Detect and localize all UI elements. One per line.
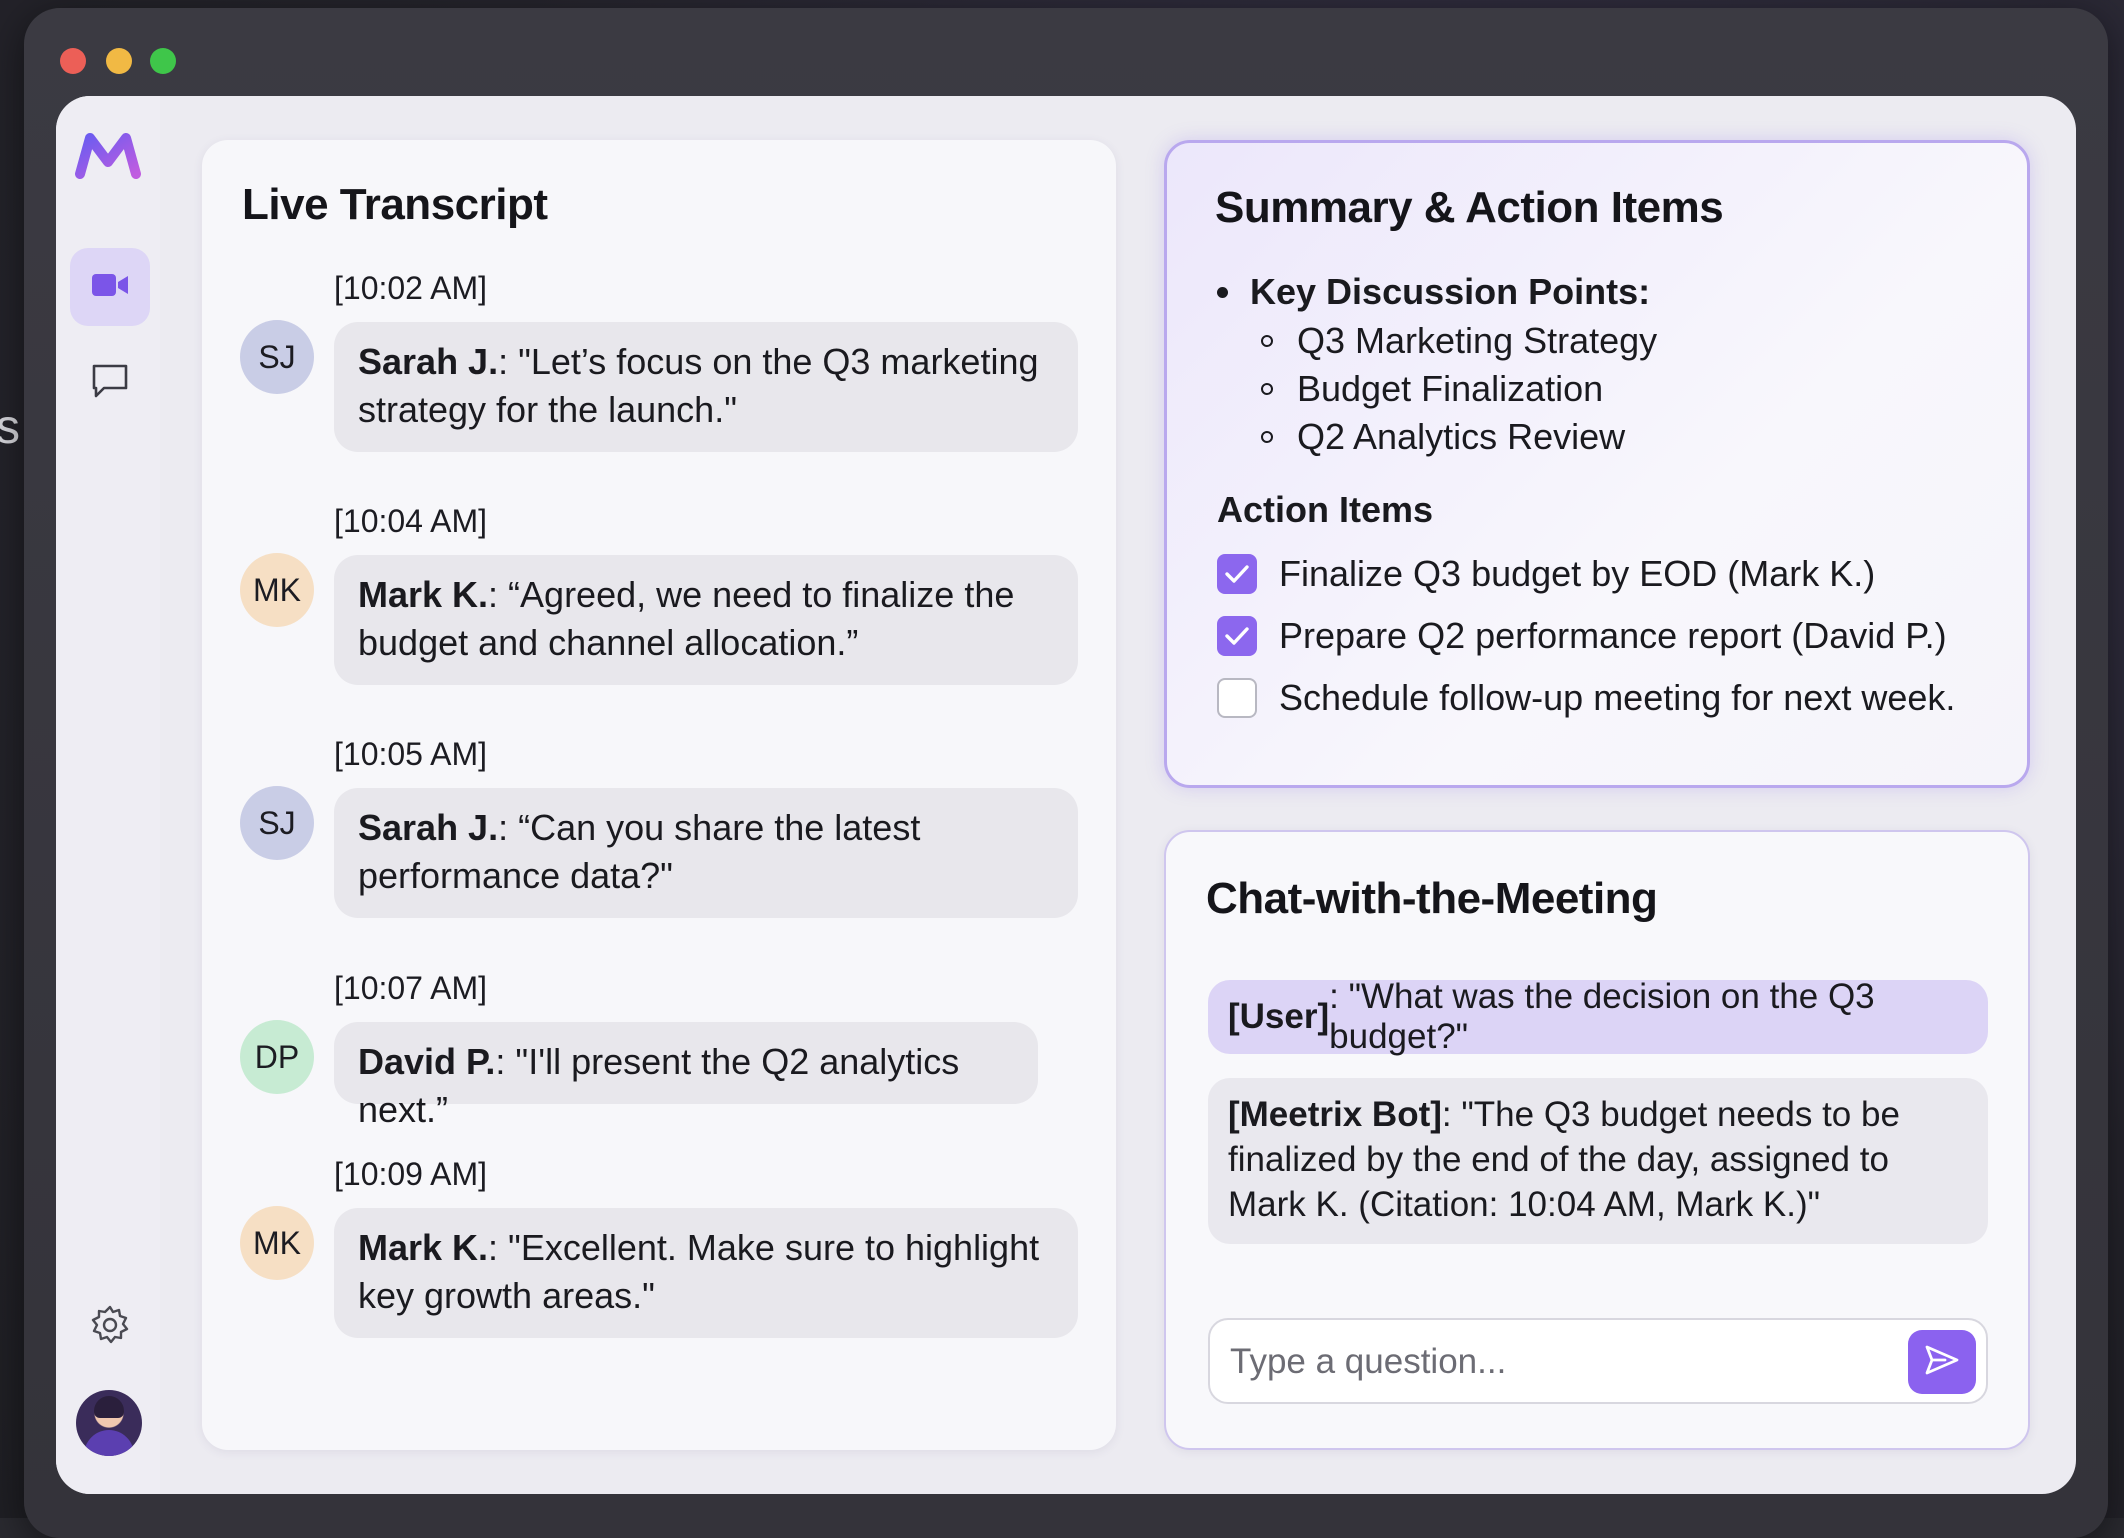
sidebar-item-video[interactable] <box>70 248 150 326</box>
speaker-avatar: SJ <box>240 786 314 860</box>
action-item[interactable]: Finalize Q3 budget by EOD (Mark K.) <box>1217 553 1875 595</box>
speaker-name: Sarah J. <box>358 341 499 382</box>
discussion-point: Q2 Analytics Review <box>1261 413 1657 461</box>
sidebar <box>56 96 160 1494</box>
send-icon <box>1923 1343 1961 1382</box>
message-timestamp: [10:09 AM] <box>334 1156 487 1192</box>
discussion-heading-label: Key Discussion Points: <box>1250 271 1651 312</box>
live-transcript-panel: Live Transcript [10:02 AM] SJ Sarah J.: … <box>202 140 1116 1450</box>
transcript-title: Live Transcript <box>242 180 548 229</box>
chat-speaker: [User] <box>1228 997 1330 1036</box>
video-icon <box>90 270 130 305</box>
action-items-heading: Action Items <box>1217 489 1434 530</box>
action-item-label: Schedule follow-up meeting for next week… <box>1279 677 1956 718</box>
maximize-window-button[interactable] <box>150 48 176 74</box>
meetrix-logo[interactable] <box>74 130 142 182</box>
summary-panel: Summary & Action Items Key Discussion Po… <box>1164 140 2030 788</box>
message-bubble: Sarah J.: “Can you share the latest perf… <box>334 788 1078 918</box>
discussion-heading: Key Discussion Points: <box>1217 267 1657 317</box>
user-chat-message: [User]: "What was the decision on the Q3… <box>1208 977 1988 1056</box>
discussion-point-label: Q2 Analytics Review <box>1297 416 1626 457</box>
close-window-button[interactable] <box>60 48 86 74</box>
bot-chat-message: [Meetrix Bot]: "The Q3 budget needs to b… <box>1208 1078 1988 1244</box>
minimize-window-button[interactable] <box>106 48 132 74</box>
checkmark-icon <box>1225 627 1249 645</box>
action-item[interactable]: Prepare Q2 performance report (David P.) <box>1217 615 1947 657</box>
message-bubble: Mark K.: “Agreed, we need to finalize th… <box>334 555 1078 685</box>
action-item-checkbox[interactable] <box>1217 616 1257 656</box>
speaker-name: Mark K. <box>358 1227 489 1268</box>
action-item-checkbox[interactable] <box>1217 678 1257 718</box>
chat-input-box <box>1208 1318 1988 1404</box>
chat-panel: Chat-with-the-Meeting [User]: "What was … <box>1164 830 2030 1450</box>
speaker-avatar: MK <box>240 553 314 627</box>
speaker-name: David P. <box>358 1041 496 1082</box>
question-input[interactable] <box>1230 1334 1890 1390</box>
summary-title: Summary & Action Items <box>1215 183 1724 232</box>
circle-bullet-icon <box>1261 383 1273 395</box>
sidebar-item-chat[interactable] <box>70 344 150 422</box>
chat-speaker: [Meetrix Bot] <box>1228 1095 1442 1134</box>
action-item-checkbox[interactable] <box>1217 554 1257 594</box>
checkmark-icon <box>1225 565 1249 583</box>
circle-bullet-icon <box>1261 335 1273 347</box>
action-item-label: Prepare Q2 performance report (David P.) <box>1279 615 1947 656</box>
send-button[interactable] <box>1908 1330 1976 1394</box>
settings-button[interactable] <box>70 1292 150 1362</box>
circle-bullet-icon <box>1261 431 1273 443</box>
discussion-point: Budget Finalization <box>1261 365 1657 413</box>
message-bubble: Sarah J.: "Let’s focus on the Q3 marketi… <box>334 322 1078 452</box>
message-timestamp: [10:07 AM] <box>334 970 487 1006</box>
chat-message-text: : "What was the decision on the Q3 budge… <box>1329 977 1875 1056</box>
gear-icon <box>89 1304 131 1351</box>
user-avatar[interactable] <box>76 1390 142 1456</box>
message-bubble: David P.: "I'll present the Q2 analytics… <box>334 1022 1038 1130</box>
speaker-name: Mark K. <box>358 574 489 615</box>
message-bubble: Mark K.: "Excellent. Make sure to highli… <box>334 1208 1078 1338</box>
chat-bubble-icon <box>90 362 130 405</box>
discussion-points: Key Discussion Points: Q3 Marketing Stra… <box>1217 267 1657 461</box>
speaker-avatar: SJ <box>240 320 314 394</box>
action-item[interactable]: Schedule follow-up meeting for next week… <box>1217 677 1955 719</box>
speaker-avatar: MK <box>240 1206 314 1280</box>
discussion-point-label: Q3 Marketing Strategy <box>1297 320 1658 361</box>
message-timestamp: [10:04 AM] <box>334 503 487 539</box>
message-timestamp: [10:02 AM] <box>334 270 487 306</box>
discussion-point: Q3 Marketing Strategy <box>1261 317 1657 365</box>
action-item-label: Finalize Q3 budget by EOD (Mark K.) <box>1279 553 1876 594</box>
app-content: Live Transcript [10:02 AM] SJ Sarah J.: … <box>56 96 2076 1494</box>
speaker-avatar: DP <box>240 1020 314 1094</box>
discussion-point-label: Budget Finalization <box>1297 368 1604 409</box>
message-timestamp: [10:05 AM] <box>334 736 487 772</box>
bullet-icon <box>1217 286 1228 298</box>
speaker-name: Sarah J. <box>358 807 499 848</box>
chat-title: Chat-with-the-Meeting <box>1206 874 1658 923</box>
